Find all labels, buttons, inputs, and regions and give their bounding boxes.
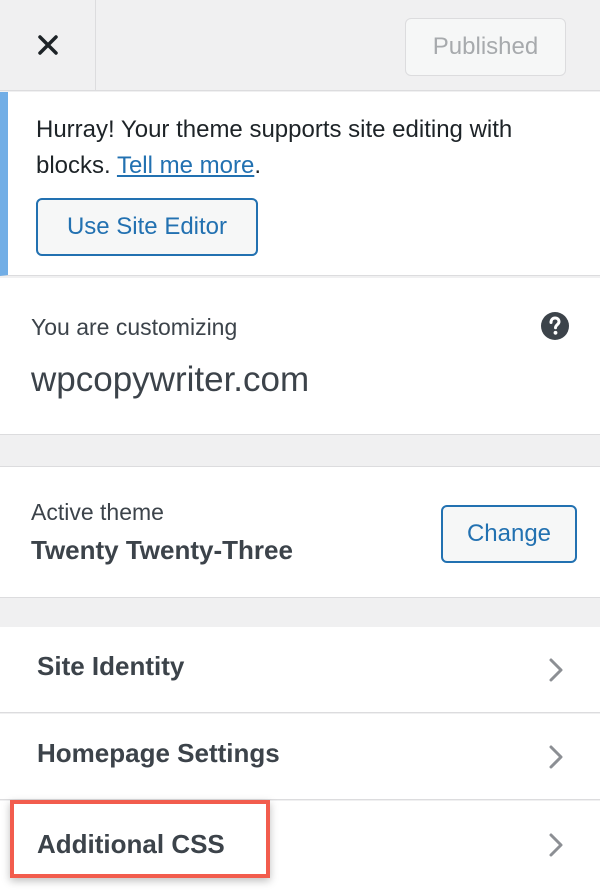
menu-item-label: Homepage Settings <box>37 738 280 768</box>
tell-me-more-link[interactable]: Tell me more <box>117 152 254 179</box>
use-site-editor-button[interactable]: Use Site Editor <box>36 198 258 256</box>
menu-item-site-identity[interactable]: Site Identity <box>0 627 600 713</box>
site-editing-notice: Hurray! Your theme supports site editing… <box>0 92 600 276</box>
close-icon <box>37 35 58 55</box>
notice-text: Hurray! Your theme supports site editing… <box>36 112 576 184</box>
chevron-right-icon <box>549 833 563 857</box>
active-theme-label: Active theme <box>31 499 164 525</box>
close-button[interactable] <box>0 0 96 90</box>
menu-item-homepage-settings[interactable]: Homepage Settings <box>0 714 600 800</box>
customizer-panel: Published Hurray! Your theme supports si… <box>0 0 600 890</box>
active-theme-section: Active theme Twenty Twenty-Three Change <box>0 466 600 598</box>
notice-message: Hurray! Your theme supports site editing… <box>36 116 513 179</box>
customizer-header: Published <box>0 0 600 91</box>
chevron-right-icon <box>549 658 563 682</box>
customizing-label: You are customizing <box>31 314 238 340</box>
theme-name: Twenty Twenty-Three <box>31 535 293 565</box>
help-icon[interactable] <box>540 311 570 341</box>
change-theme-button[interactable]: Change <box>441 505 577 563</box>
notice-period: . <box>254 152 261 179</box>
customizing-section: You are customizing wpcopywriter.com <box>0 278 600 435</box>
published-button[interactable]: Published <box>405 18 566 76</box>
menu-item-label: Site Identity <box>37 651 185 681</box>
highlight-box <box>10 800 270 878</box>
site-name: wpcopywriter.com <box>31 360 310 399</box>
chevron-right-icon <box>549 745 563 769</box>
